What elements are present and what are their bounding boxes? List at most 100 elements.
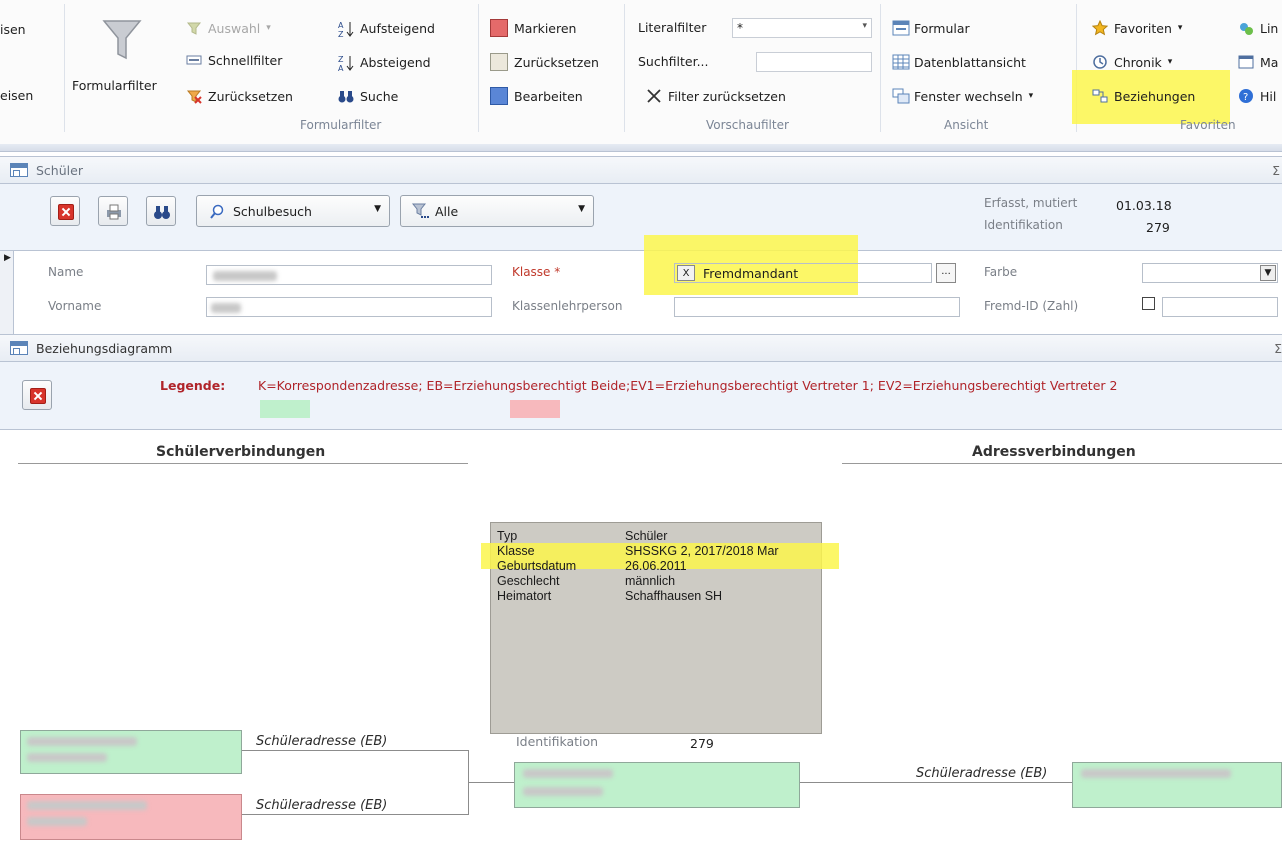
vorname-label: Vorname	[48, 299, 102, 313]
legend-swatch-green	[260, 400, 310, 418]
identifikation-label: Identifikation	[984, 218, 1063, 232]
datasheet-icon	[892, 54, 910, 70]
identifikation-value: 279	[1146, 220, 1170, 235]
mark-color-icon	[490, 19, 508, 37]
aufsteigend-button[interactable]: AZ Aufsteigend	[338, 18, 435, 40]
filter-icon	[411, 203, 430, 218]
scope-dropdown[interactable]: Alle ▼	[400, 195, 594, 227]
info-key: Heimatort	[497, 589, 552, 603]
suche-button[interactable]: Suche	[338, 86, 398, 106]
ribbon: isen eisen Formularfilter Auswahl ▾ Schne…	[0, 0, 1282, 146]
close-diagram-button[interactable]	[22, 380, 52, 410]
fenster-wechseln-button[interactable]: Fenster wechseln ▾	[892, 86, 1033, 106]
suchfilter-label: Suchfilter...	[638, 54, 709, 69]
diagram-pane-title: Beziehungsdiagramm	[36, 341, 173, 356]
literalfilter-combo[interactable]: * ▾	[732, 18, 872, 38]
cut-left-label-top[interactable]: isen	[0, 22, 26, 37]
svg-text:Z: Z	[338, 55, 344, 64]
col-heading-right: Adressverbindungen	[972, 444, 1136, 460]
filter-zuruecksetzen-button[interactable]: Filter zurücksetzen	[646, 86, 786, 106]
sort-ascending-icon: AZ	[338, 20, 354, 39]
help-icon: ?	[1238, 88, 1254, 104]
close-icon	[646, 88, 662, 104]
fremd-id-field[interactable]	[1162, 297, 1278, 317]
reset-filter-icon	[186, 88, 202, 104]
legend-text: K=Korrespondenzadresse; EB=Erziehungsber…	[258, 378, 1118, 393]
delete-icon	[30, 388, 46, 404]
student-info-box: Typ Schüler Klasse SHSSKG 2, 2017/2018 Mar G…	[481, 522, 839, 734]
filter-dropdown[interactable]: Schulbesuch ▼	[196, 195, 390, 227]
col-heading-left: Schülerverbindungen	[156, 444, 326, 460]
node-guardian-2[interactable]	[20, 794, 242, 840]
erfasst-value: 01.03.18	[1116, 198, 1172, 213]
klasse-label: Klasse *	[512, 265, 561, 279]
print-button[interactable]	[98, 196, 128, 226]
datenblattansicht-button[interactable]: Datenblattansicht	[892, 52, 1026, 72]
fremd-id-label: Fremd-ID (Zahl)	[984, 299, 1079, 313]
edit-color-icon	[490, 87, 508, 105]
node-address[interactable]	[1072, 762, 1282, 808]
cut-right-item-2[interactable]: Ma	[1238, 52, 1278, 72]
binoculars-icon	[154, 206, 170, 219]
info-value: Schaffhausen SH	[625, 589, 723, 603]
markieren-button[interactable]: Markieren	[490, 18, 576, 38]
group-formularfilter-label: Formularfilter	[300, 118, 382, 132]
svg-text:A: A	[338, 64, 344, 72]
diagram-pane-header: Beziehungsdiagramm Σ	[0, 334, 1282, 362]
col-divider-right	[842, 463, 1282, 464]
fremd-id-checkbox[interactable]	[1142, 297, 1155, 310]
vorname-field[interactable]	[206, 297, 492, 317]
klasse-lookup-button[interactable]: ...	[936, 263, 956, 283]
printer-icon	[107, 204, 121, 220]
absteigend-button[interactable]: ZA Absteigend	[338, 52, 431, 74]
name-label: Name	[48, 265, 84, 279]
cut-right-item-3[interactable]: ? Hil	[1238, 86, 1276, 106]
zuruecksetzen-filter-button[interactable]: Zurücksetzen	[186, 86, 293, 106]
auswahl-button[interactable]: Auswahl ▾	[186, 18, 271, 38]
klasse-field[interactable]: X Fremdmandant	[674, 263, 932, 283]
search-button[interactable]	[146, 196, 176, 226]
form-icon	[10, 163, 28, 177]
chevron-down-icon: ▼	[1260, 265, 1276, 281]
schueler-toolbar: Schulbesuch ▼ Alle ▼ Erfasst, mutiert 01…	[0, 184, 1282, 250]
relationships-icon	[1092, 88, 1108, 104]
favoriten-button[interactable]: Favoriten ▾	[1091, 18, 1182, 38]
klassenlehrperson-field[interactable]	[674, 297, 960, 317]
farbe-select[interactable]: ▼	[1142, 263, 1278, 283]
formularfilter-label: Formularfilter	[72, 78, 157, 93]
delete-button[interactable]	[50, 196, 80, 226]
suchfilter-input[interactable]	[756, 52, 872, 72]
record-selector[interactable]: ▶	[0, 251, 14, 335]
info-key: Typ	[497, 529, 518, 543]
formular-button[interactable]: Formular	[892, 18, 970, 38]
name-field[interactable]	[206, 265, 492, 285]
cut-left-label-bottom[interactable]: eisen	[0, 88, 33, 103]
info-value: SHSSKG 2, 2017/2018 Mar	[625, 544, 779, 558]
chevron-down-icon: ▾	[862, 21, 867, 31]
beziehungen-button[interactable]: Beziehungen	[1092, 86, 1195, 106]
chronik-button[interactable]: Chronik ▾	[1092, 52, 1172, 72]
reset-mark-icon	[490, 53, 508, 71]
info-value: männlich	[625, 574, 676, 588]
ribbon-bottom-strip	[0, 144, 1282, 152]
bearbeiten-button[interactable]: Bearbeiten	[490, 86, 583, 106]
node-guardian-1[interactable]	[20, 730, 242, 774]
edge-label-1: Schüleradresse (EB)	[256, 734, 388, 749]
quick-filter-icon	[186, 52, 202, 68]
formularfilter-button[interactable]: Formularfilter	[70, 6, 178, 106]
info-row: Typ Schüler	[497, 529, 817, 544]
center-ident-value: 279	[690, 736, 714, 751]
binoculars-icon	[338, 88, 354, 104]
search-icon	[210, 204, 224, 219]
schueler-record: ▶ Name Vorname Klasse * X Fremdmandant .…	[0, 235, 1282, 335]
svg-text:?: ?	[1243, 92, 1248, 103]
node-student[interactable]	[514, 762, 800, 808]
zuruecksetzen-mark-button[interactable]: Zurücksetzen	[490, 52, 599, 72]
svg-text:A: A	[338, 21, 344, 30]
cut-right-item-1[interactable]: Lin	[1238, 18, 1278, 38]
klasse-clear-button[interactable]: X	[677, 265, 695, 281]
center-ident-label: Identifikation	[516, 734, 599, 749]
klasse-value: Fremdmandant	[703, 266, 799, 281]
group-favoriten-label: Favoriten	[1180, 118, 1236, 132]
schnellfilter-button[interactable]: Schnellfilter	[186, 50, 282, 70]
